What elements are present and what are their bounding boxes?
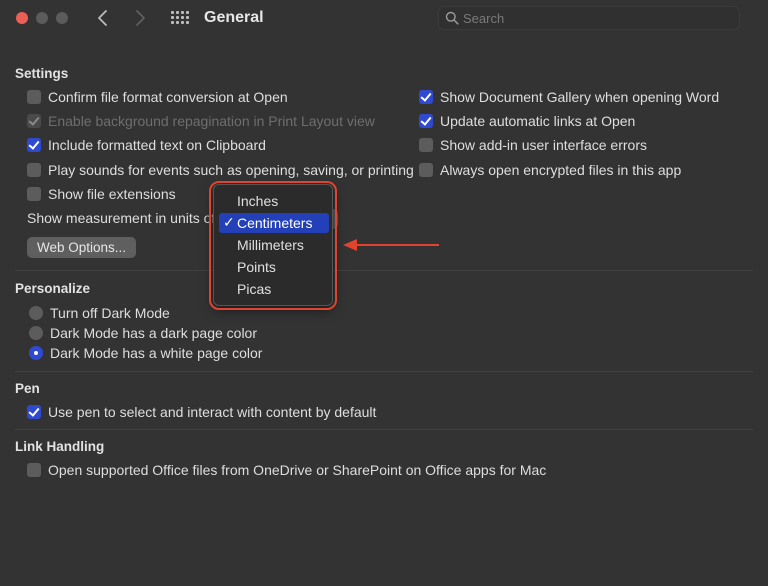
forward-chevron-icon[interactable] bbox=[132, 8, 148, 28]
section-divider bbox=[15, 429, 753, 430]
checkbox[interactable] bbox=[27, 405, 41, 419]
checkmark-icon: ✓ bbox=[223, 214, 235, 230]
checkbox[interactable] bbox=[27, 138, 41, 152]
option-label: Include formatted text on Clipboard bbox=[48, 137, 266, 153]
checkbox[interactable] bbox=[27, 187, 41, 201]
option-label: Show add-in user interface errors bbox=[440, 137, 647, 153]
search-input[interactable] bbox=[463, 9, 733, 27]
menu-item-label: Millimeters bbox=[237, 237, 304, 253]
option-label: Show Document Gallery when opening Word bbox=[440, 89, 720, 105]
checkbox[interactable] bbox=[27, 90, 41, 104]
menu-item-label: Inches bbox=[237, 193, 279, 209]
section-divider bbox=[15, 270, 753, 271]
show-all-grid-icon[interactable] bbox=[171, 11, 189, 27]
checkbox[interactable] bbox=[27, 463, 41, 477]
radio-white-page-color[interactable]: Dark Mode has a white page color bbox=[29, 344, 262, 362]
checkbox[interactable] bbox=[27, 163, 41, 177]
minimize-window-button[interactable] bbox=[36, 12, 48, 24]
option-background-repagination: Enable background repagination in Print … bbox=[27, 112, 375, 130]
radio-button[interactable] bbox=[29, 326, 43, 340]
menu-item-centimeters[interactable]: ✓ Centimeters bbox=[219, 213, 329, 233]
personalize-section-title: Personalize bbox=[15, 281, 91, 296]
option-label: Show file extensions bbox=[48, 186, 176, 202]
option-label: Confirm file format conversion at Open bbox=[48, 89, 288, 105]
zoom-window-button[interactable] bbox=[56, 12, 68, 24]
measurement-units-label: Show measurement in units of: bbox=[27, 210, 220, 226]
option-label: Update automatic links at Open bbox=[440, 113, 636, 129]
section-divider bbox=[15, 371, 753, 372]
menu-item-label: Centimeters bbox=[237, 215, 313, 231]
window-title: General bbox=[204, 9, 264, 26]
search-field[interactable] bbox=[438, 6, 740, 30]
checkbox bbox=[27, 114, 41, 128]
menu-item-points[interactable]: Points bbox=[219, 257, 329, 277]
menu-item-millimeters[interactable]: Millimeters bbox=[219, 235, 329, 255]
option-label: Always open encrypted files in this app bbox=[440, 162, 682, 178]
radio-button[interactable] bbox=[29, 306, 43, 320]
checkbox[interactable] bbox=[419, 138, 433, 152]
checkbox[interactable] bbox=[419, 163, 433, 177]
search-icon bbox=[445, 11, 459, 25]
checkbox[interactable] bbox=[419, 90, 433, 104]
menu-item-inches[interactable]: Inches bbox=[219, 191, 329, 211]
radio-dark-page-color[interactable]: Dark Mode has a dark page color bbox=[29, 324, 257, 342]
option-label: Open supported Office files from OneDriv… bbox=[48, 462, 547, 478]
option-include-formatted-text[interactable]: Include formatted text on Clipboard bbox=[27, 136, 266, 154]
radio-button[interactable] bbox=[29, 346, 43, 360]
option-confirm-format-conversion[interactable]: Confirm file format conversion at Open bbox=[27, 88, 288, 106]
annotation-arrow-icon bbox=[343, 239, 439, 251]
option-label: Use pen to select and interact with cont… bbox=[48, 404, 377, 420]
option-open-encrypted-files[interactable]: Always open encrypted files in this app bbox=[419, 161, 681, 179]
option-open-office-files[interactable]: Open supported Office files from OneDriv… bbox=[27, 461, 546, 479]
close-window-button[interactable] bbox=[16, 12, 28, 24]
option-label: Turn off Dark Mode bbox=[50, 305, 170, 321]
menu-item-label: Picas bbox=[237, 281, 272, 297]
option-label: Enable background repagination in Print … bbox=[48, 113, 375, 129]
option-use-pen[interactable]: Use pen to select and interact with cont… bbox=[27, 403, 376, 421]
measurement-units-menu: Inches ✓ Centimeters Millimeters Points … bbox=[213, 184, 333, 306]
option-show-addin-errors[interactable]: Show add-in user interface errors bbox=[419, 136, 647, 154]
menu-item-label: Points bbox=[237, 259, 276, 275]
option-play-sounds[interactable]: Play sounds for events such as opening, … bbox=[27, 161, 414, 179]
option-label: Dark Mode has a white page color bbox=[50, 345, 263, 361]
title-bar: General bbox=[0, 0, 768, 38]
option-show-file-extensions[interactable]: Show file extensions bbox=[27, 185, 176, 203]
link-handling-section-title: Link Handling bbox=[15, 439, 105, 454]
option-show-document-gallery[interactable]: Show Document Gallery when opening Word bbox=[419, 88, 719, 106]
radio-turn-off-dark-mode[interactable]: Turn off Dark Mode bbox=[29, 304, 170, 322]
back-chevron-icon[interactable] bbox=[95, 8, 111, 28]
option-label: Play sounds for events such as opening, … bbox=[48, 162, 414, 178]
option-label: Dark Mode has a dark page color bbox=[50, 325, 257, 341]
checkbox[interactable] bbox=[419, 114, 433, 128]
web-options-button[interactable]: Web Options... bbox=[27, 237, 137, 258]
menu-item-picas[interactable]: Picas bbox=[219, 279, 329, 299]
pen-section-title: Pen bbox=[15, 381, 40, 396]
settings-section-title: Settings bbox=[15, 66, 69, 81]
option-update-automatic-links[interactable]: Update automatic links at Open bbox=[419, 112, 635, 130]
